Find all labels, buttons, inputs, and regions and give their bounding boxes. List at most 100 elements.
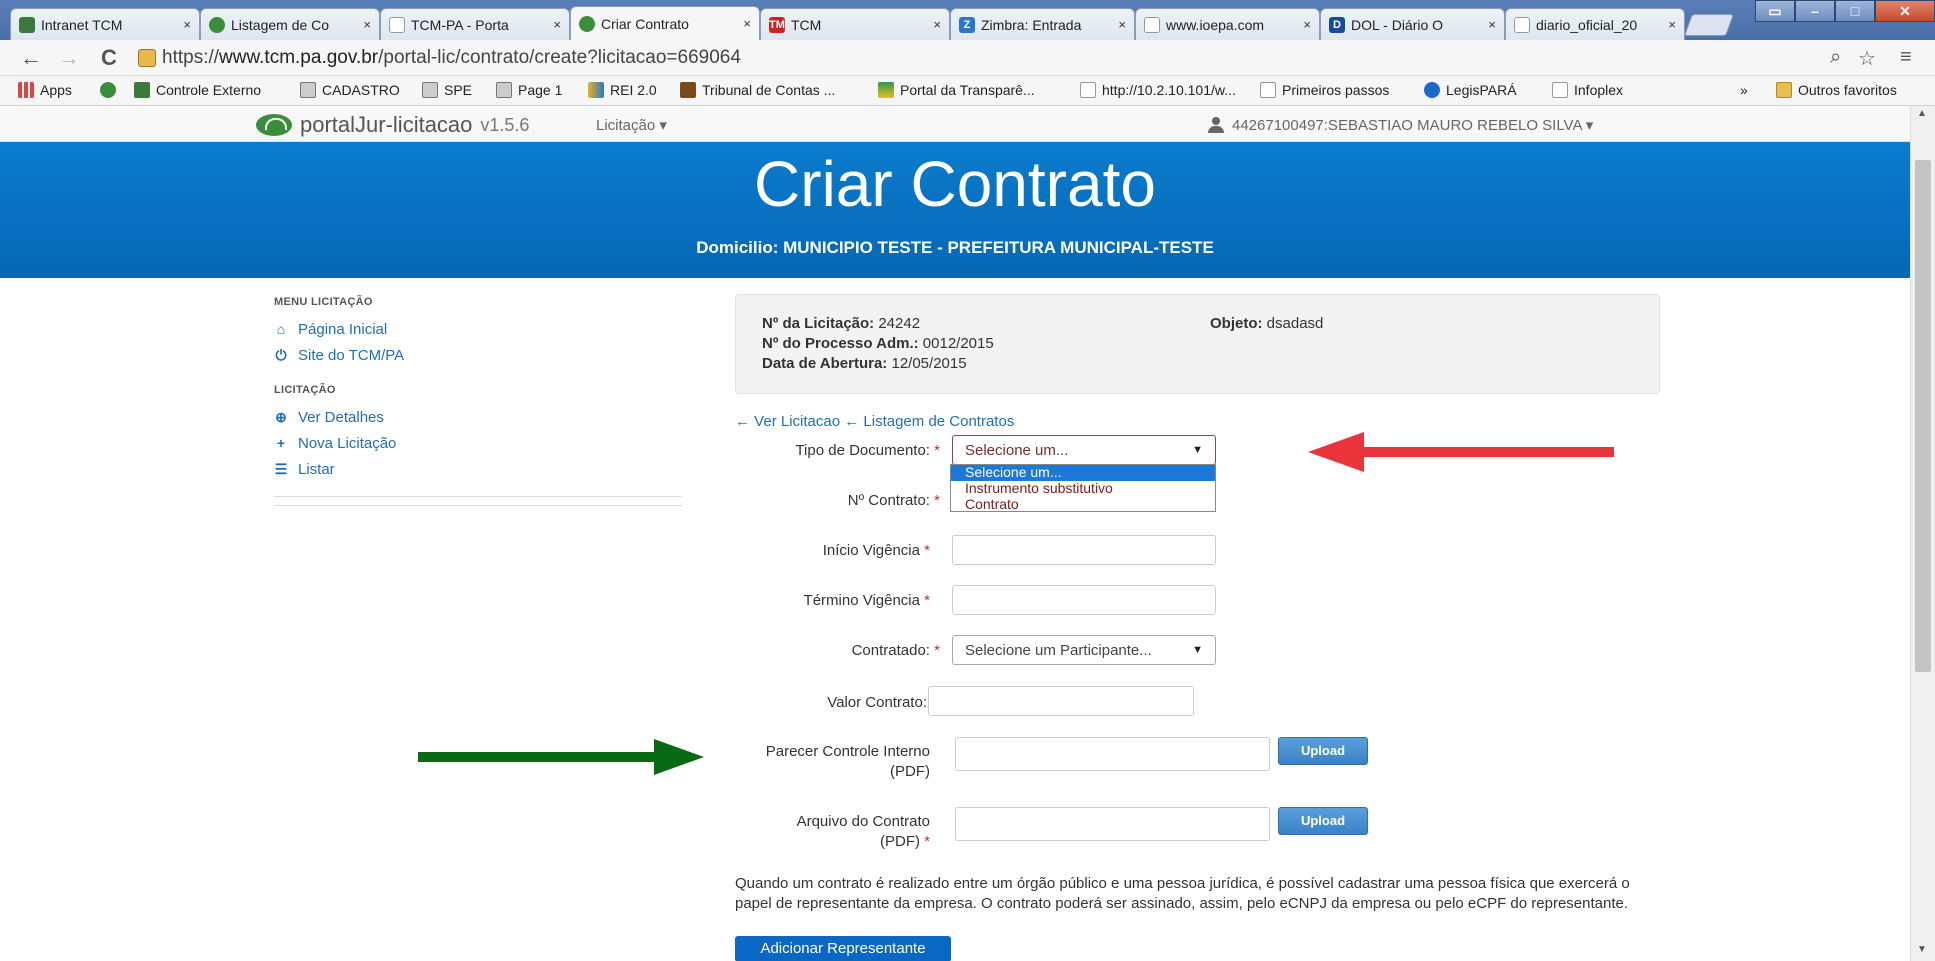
tab-label: diario_oficial_20 [1536, 16, 1638, 33]
close-icon[interactable]: × [1668, 17, 1676, 32]
bookmark-page-1[interactable]: Page 1 [496, 82, 562, 98]
close-icon[interactable]: × [183, 17, 191, 32]
site-info-icon[interactable] [138, 49, 156, 67]
flag-icon [878, 82, 894, 98]
brand[interactable]: portalJur-licitacao v1.5.6 [256, 112, 529, 138]
scroll-down-icon[interactable]: ▼ [1917, 944, 1927, 955]
bookmark-star-icon[interactable]: ☆ [1858, 46, 1876, 71]
reload-icon[interactable]: C [96, 46, 122, 70]
sidebar: MENU LICITAÇÃO ⌂ Página Inicial ⏻ Site d… [274, 296, 682, 506]
parecer-upload-button[interactable]: Upload [1278, 737, 1368, 765]
licitacao-menu[interactable]: Licitação ▾ [596, 116, 667, 134]
bookmark-cadastro[interactable]: CADASTRO [300, 82, 400, 98]
listagem-contratos-link[interactable]: ← Listagem de Contratos [844, 413, 1014, 430]
bookmark-primeiros-passos[interactable]: Primeiros passos [1260, 82, 1389, 98]
new-tab-button[interactable] [1683, 14, 1735, 36]
bookmark-intranet-ip[interactable]: http://10.2.10.101/w... [1080, 82, 1236, 98]
tab-diario-oficial[interactable]: diario_oficial_20 × [1505, 8, 1685, 40]
bookmarks-overflow-icon[interactable]: » [1740, 82, 1748, 98]
close-icon[interactable]: × [553, 17, 561, 32]
tipo-documento-select[interactable]: Selecione um... ▼ [952, 435, 1216, 465]
dropdown-option[interactable]: Contrato [951, 497, 1215, 513]
close-icon[interactable]: × [1303, 17, 1311, 32]
page-icon [1552, 82, 1568, 98]
label-text: Contratado: [851, 642, 930, 659]
close-icon[interactable]: × [933, 17, 941, 32]
zoom-icon[interactable]: ⌕ [1830, 46, 1841, 69]
close-icon[interactable]: × [1118, 17, 1126, 32]
info-processo: Nº do Processo Adm.: 0012/2015 [762, 335, 994, 352]
bookmark-legispara[interactable]: LegisPARÁ [1424, 82, 1517, 98]
termino-vigencia-input[interactable] [952, 585, 1216, 615]
label-text: Tipo de Documento: [795, 442, 930, 459]
sidebar-item-nova-licitacao[interactable]: + Nova Licitação [274, 430, 682, 456]
tab-label: Listagem de Co [231, 16, 330, 33]
portal-favicon-icon [209, 16, 225, 33]
page-icon [1260, 82, 1276, 98]
required-marker: * [934, 642, 940, 659]
close-icon[interactable]: × [363, 17, 371, 32]
sidebar-item-site-tcm[interactable]: ⏻ Site do TCM/PA [274, 342, 682, 368]
inicio-vigencia-input[interactable] [952, 535, 1216, 565]
arquivo-upload-button[interactable]: Upload [1278, 807, 1368, 835]
bookmark-infoplex[interactable]: Infoplex [1552, 82, 1623, 98]
scrollbar-thumb[interactable] [1915, 160, 1931, 672]
tab-dol[interactable]: D DOL - Diário O × [1320, 8, 1505, 40]
info-objeto: Objeto: dsadasd [1210, 315, 1323, 332]
folder-icon [1776, 82, 1792, 98]
chrome-menu-icon[interactable]: ≡ [1900, 46, 1912, 69]
numero-contrato-label: Nº Contrato: * [700, 492, 940, 509]
contratado-select[interactable]: Selecione um Participante... ▼ [952, 635, 1216, 665]
tab-tcm[interactable]: TM TCM × [760, 8, 950, 40]
arrow-icon [588, 82, 604, 98]
tab-criar-contrato[interactable]: Criar Contrato × [570, 6, 760, 40]
forward-arrow-icon[interactable]: → [56, 46, 82, 70]
ver-licitacao-link[interactable]: ← Ver Licitacao [735, 413, 840, 430]
user-icon [1208, 117, 1224, 133]
bookmarks-bar: Apps Controle Externo CADASTRO SPE Page … [0, 76, 1935, 106]
tab-tcm-pa-portal[interactable]: TCM-PA - Porta × [380, 8, 570, 40]
maximize-icon[interactable]: □ [1835, 0, 1875, 22]
sidebar-item-label: Nova Licitação [298, 434, 397, 452]
portal-logo-icon [100, 82, 116, 98]
tab-ioepa[interactable]: www.ioepa.com × [1135, 8, 1320, 40]
back-arrow-icon[interactable]: ← [18, 46, 44, 70]
bookmark-outros-favoritos[interactable]: Outros favoritos [1776, 82, 1897, 98]
tab-zimbra[interactable]: Z Zimbra: Entrada × [950, 8, 1135, 40]
chart-icon [496, 82, 512, 98]
bookmark-tribunal[interactable]: Tribunal de Contas ... [680, 82, 835, 98]
sidebar-item-listar[interactable]: ☰ Listar [274, 456, 682, 482]
tab-intranet-tcm[interactable]: Intranet TCM × [10, 8, 200, 40]
parecer-controle-label: Parecer Controle Interno (PDF) [700, 742, 930, 782]
tab-listagem[interactable]: Listagem de Co × [200, 8, 380, 40]
required-marker: * [924, 833, 930, 850]
dropdown-option[interactable]: Selecione um... [951, 465, 1215, 481]
bookmark-controle-externo[interactable]: Controle Externo [134, 82, 261, 98]
bookmark-spe[interactable]: SPE [422, 82, 472, 98]
bookmark-portal-transparencia[interactable]: Portal da Transparê... [878, 82, 1035, 98]
address-bar[interactable]: https://www.tcm.pa.gov.br/portal-lic/con… [138, 44, 1838, 72]
close-window-icon[interactable]: ✕ [1875, 0, 1935, 22]
sidebar-item-label: Página Inicial [298, 320, 388, 338]
caret-down-icon: ▼ [1192, 444, 1203, 456]
user-menu[interactable]: 44267100497:SEBASTIAO MAURO REBELO SILVA… [1208, 116, 1593, 134]
minimize-icon[interactable]: – [1795, 0, 1835, 22]
user-profile-icon[interactable]: ▭ [1755, 0, 1795, 22]
bookmark-apps[interactable]: Apps [18, 82, 72, 98]
close-icon[interactable]: × [743, 16, 751, 31]
tribunal-icon [680, 82, 696, 98]
sidebar-item-pagina-inicial[interactable]: ⌂ Página Inicial [274, 316, 682, 342]
scroll-up-icon[interactable]: ▲ [1917, 108, 1927, 119]
arquivo-file-input[interactable] [955, 807, 1270, 841]
sidebar-item-ver-detalhes[interactable]: ⊕ Ver Detalhes [274, 404, 682, 430]
bookmark-portal[interactable] [100, 82, 122, 98]
parecer-file-input[interactable] [955, 737, 1270, 771]
valor-contrato-input[interactable] [928, 686, 1194, 716]
url-path: /portal-lic/contrato/create?licitacao=66… [378, 47, 741, 68]
dropdown-option[interactable]: Instrumento substitutivo [951, 481, 1215, 497]
close-icon[interactable]: × [1488, 17, 1496, 32]
adicionar-representante-button[interactable]: Adicionar Representante [735, 936, 951, 961]
representante-note: Quando um contrato é realizado entre um … [735, 875, 1630, 912]
bookmark-rei[interactable]: REI 2.0 [588, 82, 657, 98]
vertical-scrollbar[interactable]: ▲ ▼ [1910, 106, 1935, 961]
